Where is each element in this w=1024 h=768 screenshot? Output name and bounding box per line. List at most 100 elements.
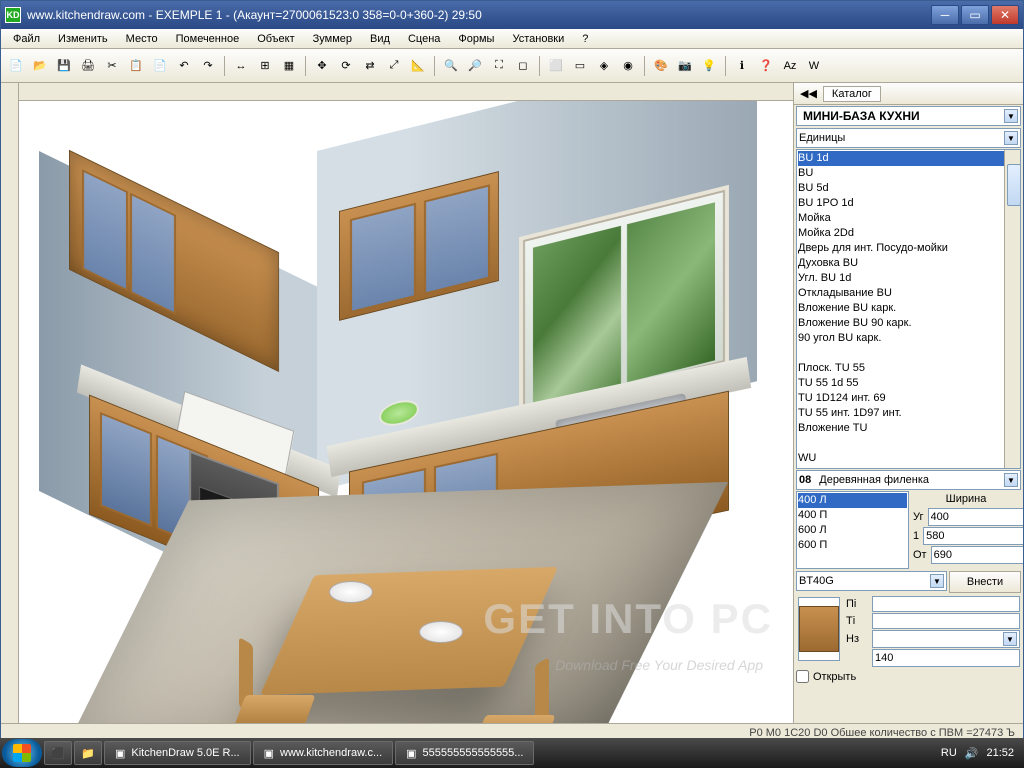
scale-icon[interactable]: ⤢ bbox=[383, 55, 405, 77]
view-iso-icon[interactable]: ◈ bbox=[593, 55, 615, 77]
menu-вид[interactable]: Вид bbox=[362, 31, 398, 47]
style-combo[interactable]: 08 Деревянная филенка ▼ bbox=[796, 470, 1021, 490]
list-item[interactable]: 600 Л bbox=[798, 523, 907, 538]
list-item[interactable]: TU 1D124 инт. 69 bbox=[798, 391, 1019, 406]
az-icon[interactable]: Az bbox=[779, 55, 801, 77]
paste-icon[interactable]: 📄 bbox=[149, 55, 171, 77]
items-list[interactable]: BU 1dBUBU 5dBU 1PO 1dМойкаМойка 2DdДверь… bbox=[796, 149, 1021, 469]
dim-ot-input[interactable] bbox=[931, 546, 1023, 564]
taskbar-item[interactable]: ▣KitchenDraw 5.0E R... bbox=[104, 741, 251, 765]
3d-viewport[interactable]: GET INTO PC Download Free Your Desired A… bbox=[19, 101, 793, 723]
snap-icon[interactable]: ⊞ bbox=[254, 55, 276, 77]
zoom-out-icon[interactable]: 🔎 bbox=[464, 55, 486, 77]
list-item[interactable]: WU bbox=[798, 466, 1019, 469]
list-item[interactable]: Мойка bbox=[798, 211, 1019, 226]
zoom-in-icon[interactable]: 🔍 bbox=[440, 55, 462, 77]
chevron-down-icon[interactable]: ▼ bbox=[1004, 109, 1018, 123]
menu-файл[interactable]: Файл bbox=[5, 31, 48, 47]
info-icon[interactable]: ℹ bbox=[731, 55, 753, 77]
list-item[interactable]: 400 Л bbox=[798, 493, 907, 508]
view-top-icon[interactable]: ⬜ bbox=[545, 55, 567, 77]
menu-зуммер[interactable]: Зуммер bbox=[305, 31, 360, 47]
open-checkbox[interactable] bbox=[796, 670, 809, 683]
undo-icon[interactable]: ↶ bbox=[173, 55, 195, 77]
list-item[interactable]: 400 П bbox=[798, 508, 907, 523]
start-button[interactable] bbox=[2, 739, 42, 767]
list-item[interactable]: WU bbox=[798, 451, 1019, 466]
units-combo[interactable]: Единицы ▼ bbox=[796, 128, 1021, 148]
t-swatch[interactable] bbox=[872, 613, 1020, 629]
menu-место[interactable]: Место bbox=[118, 31, 166, 47]
list-item[interactable]: BU 1PO 1d bbox=[798, 196, 1019, 211]
move-icon[interactable]: ✥ bbox=[311, 55, 333, 77]
list-item[interactable]: Угл. BU 1d bbox=[798, 271, 1019, 286]
chevron-down-icon[interactable]: ▼ bbox=[1004, 473, 1018, 487]
view-front-icon[interactable]: ▭ bbox=[569, 55, 591, 77]
minimize-button[interactable]: ─ bbox=[931, 5, 959, 25]
close-button[interactable]: ✕ bbox=[991, 5, 1019, 25]
menu-изменить[interactable]: Изменить bbox=[50, 31, 116, 47]
new-icon[interactable]: 📄 bbox=[5, 55, 27, 77]
redo-icon[interactable]: ↷ bbox=[197, 55, 219, 77]
render-icon[interactable]: 🎨 bbox=[650, 55, 672, 77]
hz-combo[interactable]: ▼ bbox=[872, 630, 1020, 648]
print-icon[interactable]: 🖨 bbox=[77, 55, 99, 77]
maximize-button[interactable]: ▭ bbox=[961, 5, 989, 25]
grid-icon[interactable]: ▦ bbox=[278, 55, 300, 77]
tray-icon[interactable]: 🔊 bbox=[965, 747, 979, 760]
view-persp-icon[interactable]: ◉ bbox=[617, 55, 639, 77]
scrollbar[interactable] bbox=[1004, 150, 1020, 468]
list-item[interactable]: Духовка BU bbox=[798, 256, 1019, 271]
taskbar-item[interactable]: ▣555555555555555... bbox=[395, 741, 534, 765]
dim-icon[interactable]: ↔ bbox=[230, 55, 252, 77]
list-item[interactable]: Вложение BU 90 карк. bbox=[798, 316, 1019, 331]
list-item[interactable]: Откладывание BU bbox=[798, 286, 1019, 301]
list-item[interactable]: BU 1d bbox=[798, 151, 1019, 166]
zoom-fit-icon[interactable]: ⛶ bbox=[488, 55, 510, 77]
apply-button[interactable]: Внести bbox=[949, 571, 1021, 593]
open-icon[interactable]: 📂 bbox=[29, 55, 51, 77]
list-item[interactable]: Мойка 2Dd bbox=[798, 226, 1019, 241]
list-item[interactable]: TU 55 инт. 1D97 инт. bbox=[798, 406, 1019, 421]
list-item[interactable]: BU 5d bbox=[798, 181, 1019, 196]
www-icon[interactable]: W bbox=[803, 55, 825, 77]
sizes-list[interactable]: 400 Л400 П600 Л600 П bbox=[796, 491, 909, 569]
rotate-icon[interactable]: ⟳ bbox=[335, 55, 357, 77]
menu-формы[interactable]: Формы bbox=[450, 31, 502, 47]
measure-icon[interactable]: 📐 bbox=[407, 55, 429, 77]
mirror-icon[interactable]: ⇄ bbox=[359, 55, 381, 77]
cut-icon[interactable]: ✂ bbox=[101, 55, 123, 77]
help-icon[interactable]: ❓ bbox=[755, 55, 777, 77]
chevron-down-icon[interactable]: ▼ bbox=[1004, 131, 1018, 145]
list-item[interactable]: TU 55 1d 55 bbox=[798, 376, 1019, 391]
tab-catalog[interactable]: Каталог bbox=[823, 86, 881, 102]
light-icon[interactable]: 💡 bbox=[698, 55, 720, 77]
list-item[interactable] bbox=[798, 346, 1019, 361]
chevron-down-icon[interactable]: ▼ bbox=[930, 574, 944, 588]
list-item[interactable]: Плоск. TU 55 bbox=[798, 361, 1019, 376]
list-item[interactable]: Вложение TU bbox=[798, 421, 1019, 436]
menu-объект[interactable]: Объект bbox=[249, 31, 302, 47]
tray-lang[interactable]: RU bbox=[941, 747, 957, 759]
list-item[interactable] bbox=[798, 436, 1019, 451]
collapse-icon[interactable]: ◀◀ bbox=[800, 87, 817, 100]
dim-1-input[interactable] bbox=[923, 527, 1023, 545]
hz-input[interactable] bbox=[872, 649, 1020, 667]
menu-помеченное[interactable]: Помеченное bbox=[168, 31, 248, 47]
list-item[interactable]: Дверь для инт. Посудо-мойки bbox=[798, 241, 1019, 256]
list-item[interactable]: 600 П bbox=[798, 538, 907, 553]
camera-icon[interactable]: 📷 bbox=[674, 55, 696, 77]
dim-ug-input[interactable] bbox=[928, 508, 1023, 526]
chevron-down-icon[interactable]: ▼ bbox=[1003, 632, 1017, 646]
database-combo[interactable]: МИНИ-БАЗА КУХНИ ▼ bbox=[796, 106, 1021, 126]
quick-launch-icon[interactable]: 📁 bbox=[74, 741, 102, 765]
list-item[interactable]: 90 угол BU карк. bbox=[798, 331, 1019, 346]
taskbar-item[interactable]: ▣www.kitchendraw.c... bbox=[253, 741, 394, 765]
save-icon[interactable]: 💾 bbox=[53, 55, 75, 77]
p-swatch[interactable] bbox=[872, 596, 1020, 612]
model-combo[interactable]: BT40G ▼ bbox=[796, 571, 947, 591]
menu-сцена[interactable]: Сцена bbox=[400, 31, 448, 47]
list-item[interactable]: Вложение BU карк. bbox=[798, 301, 1019, 316]
list-item[interactable]: BU bbox=[798, 166, 1019, 181]
copy-icon[interactable]: 📋 bbox=[125, 55, 147, 77]
